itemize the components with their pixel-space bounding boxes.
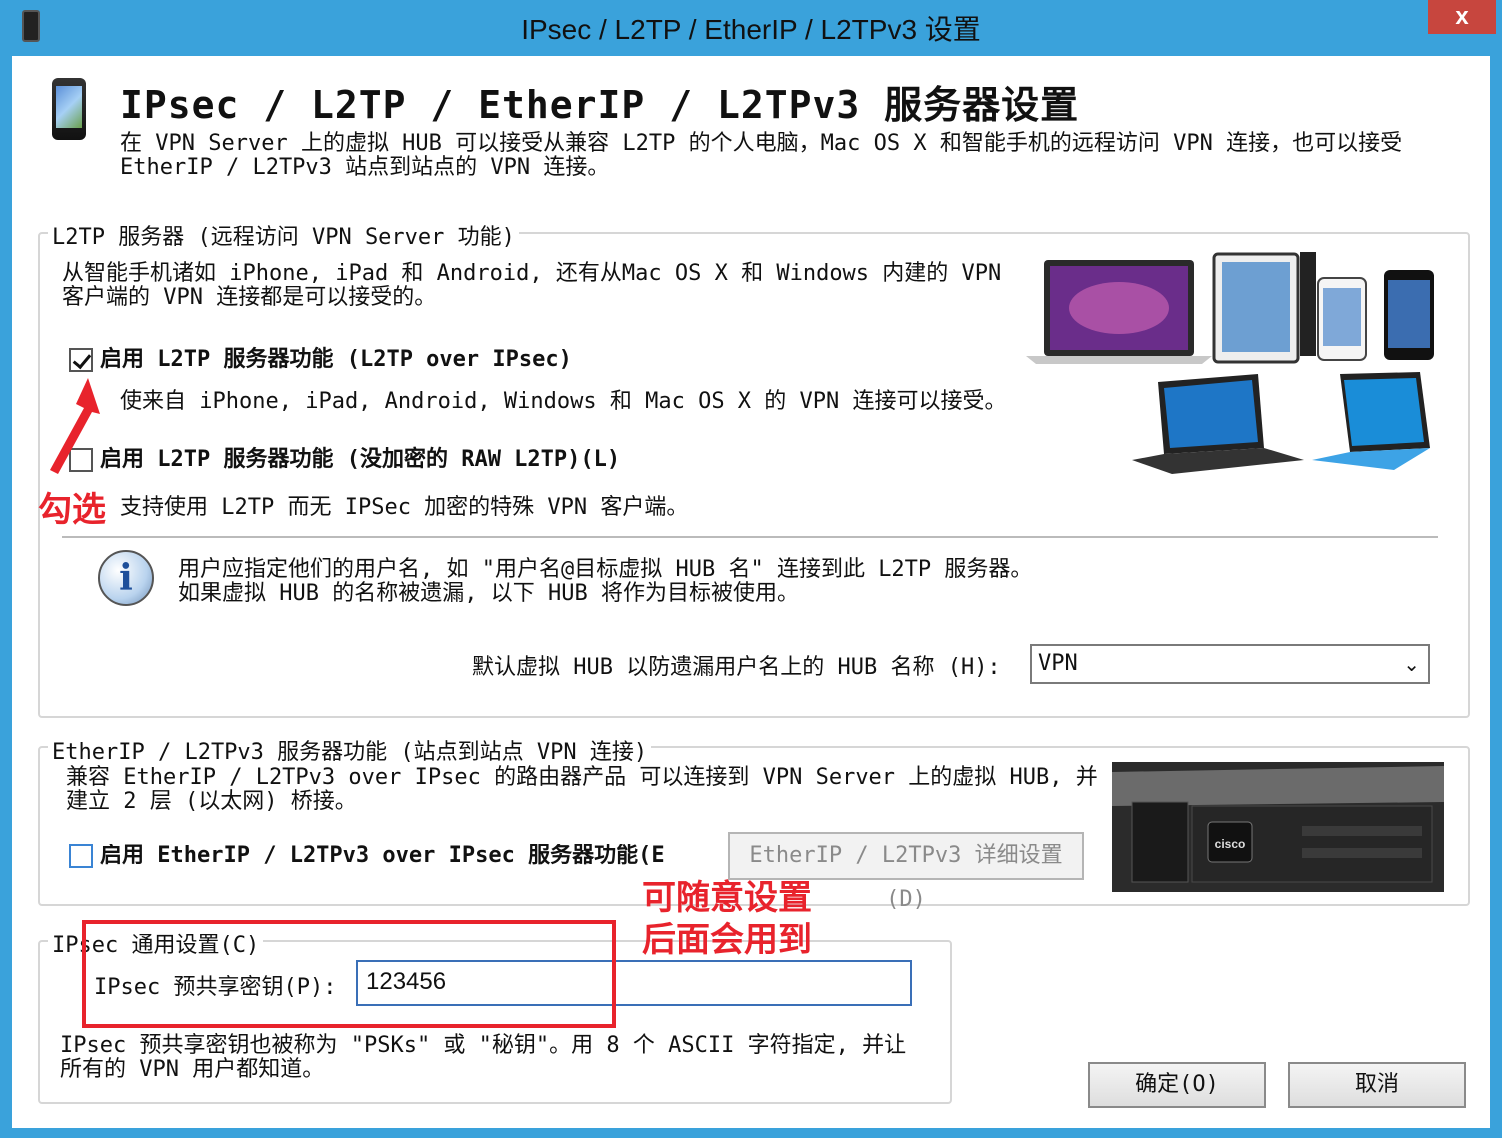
- annotation-check-hint: 勾选: [38, 490, 106, 530]
- annotation-highlight-box: [82, 920, 616, 1028]
- macbook-base: [1026, 356, 1212, 364]
- psk-note-line1: IPsec 预共享密钥也被称为 "PSKs" 或 "秘钥"。用 8 个 ASCI…: [60, 1033, 907, 1058]
- devices-illustration: [1026, 252, 1434, 474]
- l2tp-ipsec-note: 使来自 iPhone, iPad, Android, Windows 和 Mac…: [120, 389, 1007, 414]
- default-hub-label: 默认虚拟 HUB 以防遗漏用户名上的 HUB 名称 (H):: [472, 655, 1001, 680]
- etherip-checkbox-label[interactable]: 启用 EtherIP / L2TPv3 over IPsec 服务器功能(E: [100, 844, 714, 868]
- annotation-psk-hint-line2: 后面会用到: [642, 920, 812, 960]
- window-title: IPsec / L2TP / EtherIP / L2TPv3 设置: [521, 14, 981, 45]
- page-title: IPsec / L2TP / EtherIP / L2TPv3 服务器设置: [120, 83, 1080, 127]
- l2tp-info-line1: 用户应指定他们的用户名, 如 "用户名@目标虚拟 HUB 名" 连接到此 L2T…: [178, 557, 1033, 582]
- etherip-group-legend: EtherIP / L2TPv3 服务器功能 (站点到站点 VPN 连接): [48, 734, 652, 766]
- default-hub-select[interactable]: VPN ⌄: [1030, 644, 1430, 684]
- annotation-psk-hint-line1: 可随意设置: [642, 878, 812, 918]
- etherip-intro-line1: 兼容 EtherIP / L2TPv3 over IPsec 的路由器产品 可以…: [66, 765, 1098, 790]
- header-description: 在 VPN Server 上的虚拟 HUB 可以接受从兼容 L2TP 的个人电脑…: [120, 132, 1440, 180]
- l2tp-divider: [62, 536, 1438, 538]
- settings-window: IPsec / L2TP / EtherIP / L2TPv3 设置 x IPs…: [0, 0, 1502, 1138]
- l2tp-ipsec-checkbox-label[interactable]: 启用 L2TP 服务器功能 (L2TP over IPsec): [100, 348, 572, 372]
- l2tp-ipsec-checkbox[interactable]: [69, 348, 93, 372]
- ok-button[interactable]: 确定(O): [1088, 1062, 1266, 1108]
- info-icon: i: [98, 550, 154, 606]
- etherip-intro-line2: 建立 2 层 (以太网) 桥接。: [66, 789, 357, 814]
- title-bar[interactable]: IPsec / L2TP / EtherIP / L2TPv3 设置 x: [0, 0, 1502, 54]
- l2tp-group-legend: L2TP 服务器 (远程访问 VPN Server 功能): [48, 219, 519, 251]
- etherip-detail-button[interactable]: EtherIP / L2TPv3 详细设置(D): [728, 832, 1084, 912]
- default-hub-value: VPN: [1038, 651, 1078, 676]
- l2tp-raw-note: 支持使用 L2TP 而无 IPSec 加密的特殊 VPN 客户端。: [120, 495, 689, 520]
- l2tp-raw-checkbox-label[interactable]: 启用 L2TP 服务器功能 (没加密的 RAW L2TP)(L): [100, 448, 620, 472]
- psk-note-line2: 所有的 VPN 用户都知道。: [60, 1057, 325, 1082]
- header-desc-line2: EtherIP / L2TPv3 站点到站点的 VPN 连接。: [120, 155, 610, 180]
- l2tp-intro-line1: 从智能手机诸如 iPhone, iPad 和 Android, 还有从Mac O…: [62, 261, 1002, 286]
- cancel-button[interactable]: 取消: [1288, 1062, 1466, 1108]
- chevron-down-icon: ⌄: [1403, 652, 1420, 676]
- router-brand-label: cisco: [1215, 837, 1246, 851]
- smartphone-icon: [52, 78, 86, 140]
- close-button[interactable]: x: [1428, 0, 1496, 34]
- l2tp-info-line2: 如果虚拟 HUB 的名称被遗漏, 以下 HUB 将作为目标被使用。: [178, 581, 799, 606]
- header-desc-line1: 在 VPN Server 上的虚拟 HUB 可以接受从兼容 L2TP 的个人电脑…: [120, 131, 1403, 156]
- etherip-checkbox[interactable]: [69, 844, 93, 868]
- l2tp-intro-line2: 客户端的 VPN 连接都是可以接受的。: [62, 285, 437, 310]
- annotation-arrow-icon: [50, 378, 100, 474]
- dialog-client: IPsec / L2TP / EtherIP / L2TPv3 服务器设置 在 …: [12, 56, 1490, 1128]
- router-image: cisco: [1112, 762, 1444, 892]
